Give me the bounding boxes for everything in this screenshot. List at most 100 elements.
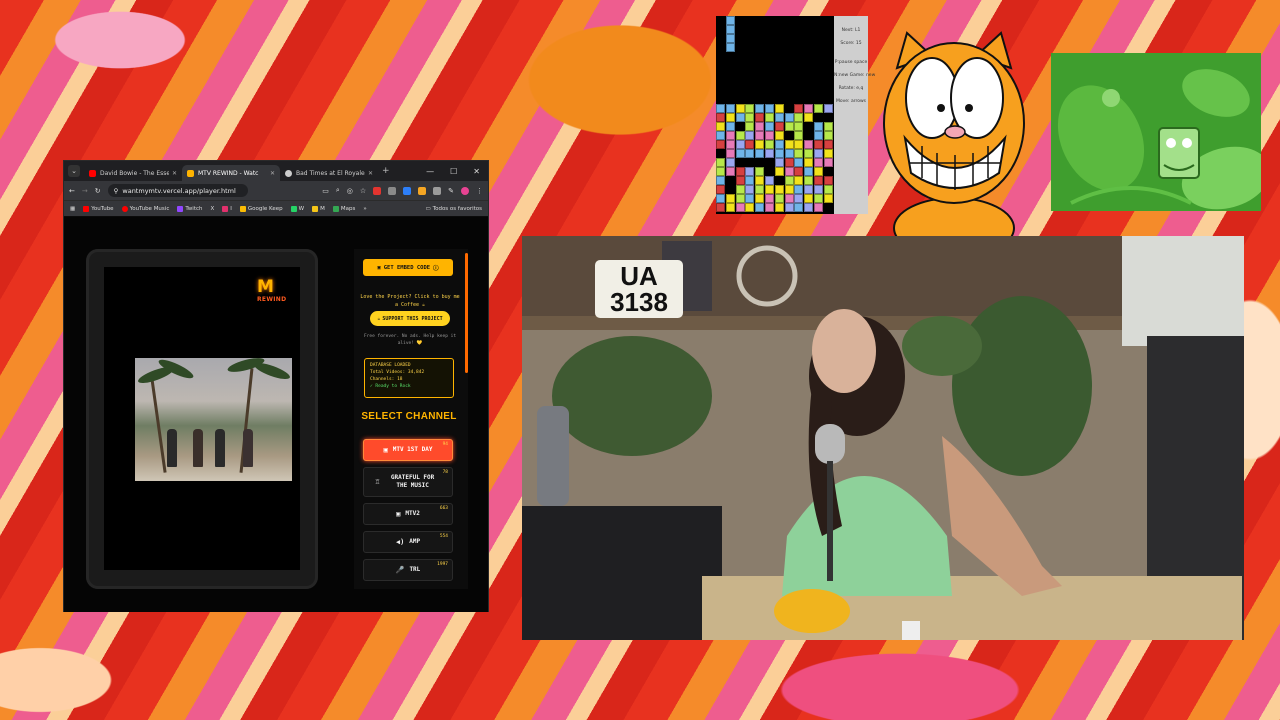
bookmark-x[interactable]: X [211,206,215,212]
reload-icon[interactable]: ↻ [95,187,101,195]
tetris-block [725,158,735,167]
maximize-icon[interactable]: ☐ [450,167,457,176]
profile-avatar[interactable] [461,186,469,195]
extension-icon[interactable] [373,186,382,195]
tetris-board [716,16,834,214]
all-bookmarks-folder[interactable]: ▭ Todos os favoritos [425,206,482,212]
tetris-block [804,185,814,194]
tetris-block [765,185,774,194]
bookmark-google-keep[interactable]: Google Keep [239,205,283,212]
tv-frame: M REWIND [86,249,318,589]
close-icon[interactable]: ✕ [270,170,275,177]
channel-count: 663 [439,506,448,511]
tetris-score: Score: 15 [840,41,862,46]
channel-trl[interactable]: 🎤 TRL 1997 [363,559,453,581]
tetris-block [774,113,784,122]
bookmark-youtube-music[interactable]: YouTube Music [121,205,169,212]
tetris-block [725,194,735,203]
tetris-block [823,149,833,158]
more-bookmarks-button[interactable]: » [363,206,366,212]
youtube-music-icon [121,205,128,212]
new-tab-button[interactable]: + [382,166,390,176]
tetris-block [755,185,765,194]
free-note: Free forever. No ads. Help keep it alive… [363,334,457,346]
tetris-block [755,104,765,113]
tetris-block [774,203,784,212]
channel-mtv-1st-day[interactable]: ▣ MTV 1ST DAY 94 [363,439,453,461]
address-bar: ← → ↻ ⚲ wantmymtv.vercel.app/player.html… [64,181,488,200]
star-icon[interactable]: ☆ [360,187,366,195]
castle-icon: ♖ [375,478,380,486]
tetris-block [814,158,823,167]
tetris-block [765,140,774,149]
tetris-block [716,167,725,176]
zoom-icon[interactable]: ⌕ [336,186,340,195]
menu-icon[interactable]: ⋮ [476,187,483,195]
bookmark-label: X [210,205,215,212]
back-icon[interactable]: ← [69,187,75,195]
extension-icon[interactable] [388,186,397,195]
tetris-block [765,176,774,185]
close-icon[interactable]: ✕ [172,170,177,177]
tetris-block [804,194,814,203]
tetris-block [823,158,833,167]
bookmark-w[interactable]: W [290,205,304,212]
tetris-block [725,149,735,158]
bookmark-instagram[interactable]: I [222,205,232,212]
speaker-icon: ◀) [395,538,405,546]
tetris-block [784,158,794,167]
extension-icon[interactable] [433,186,442,195]
tetris-block [814,203,823,212]
tetris-block [794,131,804,140]
forward-icon[interactable]: → [82,187,88,195]
tab-bad-times[interactable]: Bad Times at El Royale - ✕ [280,165,378,181]
globe-icon [285,169,292,177]
tab-mtv-rewind[interactable]: MTV REWIND - Watc ✕ [182,165,280,181]
apps-icon[interactable]: ▦ [70,206,75,212]
tetris-block [755,203,765,212]
tetris-block [804,176,814,185]
site-info-icon[interactable]: ⚲ [114,187,119,195]
tab-david-bowie[interactable]: David Bowie - The Essenti ✕ [84,165,182,181]
tetris-block [755,149,765,158]
support-project-button[interactable]: ☕ SUPPORT THIS PROJECT [370,311,450,326]
channel-amp[interactable]: ◀) AMP 554 [363,531,453,553]
tab-search-icon[interactable]: ⌄ [68,165,80,177]
minimize-icon[interactable]: — [426,167,434,176]
twitch-icon [177,205,184,212]
extension-icon[interactable] [418,186,427,195]
eye-off-icon[interactable]: ◎ [347,187,353,195]
tetris-block [745,194,755,203]
close-icon[interactable]: ✕ [368,170,373,177]
channel-name: MTV2 [405,510,420,517]
tetris-block [794,167,804,176]
channel-grateful-for-the-music[interactable]: ♖ GRATEFUL FOR THE MUSIC 78 [363,467,453,497]
bookmark-maps[interactable]: Maps [332,205,355,212]
db-title: DATABASE LOADED [370,363,411,368]
extension-icon[interactable] [403,186,412,195]
puzzle-icon[interactable]: ✎ [448,187,454,195]
tetris-rotate-hint: Rotate: e,q [838,86,864,91]
music-video[interactable] [135,358,292,481]
tv-icon: ▣ [396,510,401,518]
tetris-block [784,203,794,212]
bookmark-youtube[interactable]: YouTube [83,205,114,212]
channel-mtv2[interactable]: ▣ MTV2 663 [363,503,453,525]
tetris-block [735,104,745,113]
db-channels: Channels: 18 [370,377,403,382]
close-window-icon[interactable]: ✕ [473,167,480,176]
tetris-block [716,158,725,167]
get-embed-code-button[interactable]: ▣ GET EMBED CODE ⓘ [363,259,453,276]
tetris-block [823,140,833,149]
url-field[interactable]: ⚲ wantmymtv.vercel.app/player.html [107,184,248,197]
tetris-block [755,131,765,140]
bookmark-m[interactable]: M [312,205,325,212]
window-controls: — ☐ ✕ [426,167,488,176]
tetris-block [735,176,745,185]
tetris-block [745,113,755,122]
tetris-block [735,185,745,194]
cast-icon[interactable]: ▭ [322,187,329,195]
sidebar-scrollbar[interactable] [465,253,468,373]
tab-label: Bad Times at El Royale - [296,169,365,177]
bookmark-twitch[interactable]: Twitch [177,205,203,212]
